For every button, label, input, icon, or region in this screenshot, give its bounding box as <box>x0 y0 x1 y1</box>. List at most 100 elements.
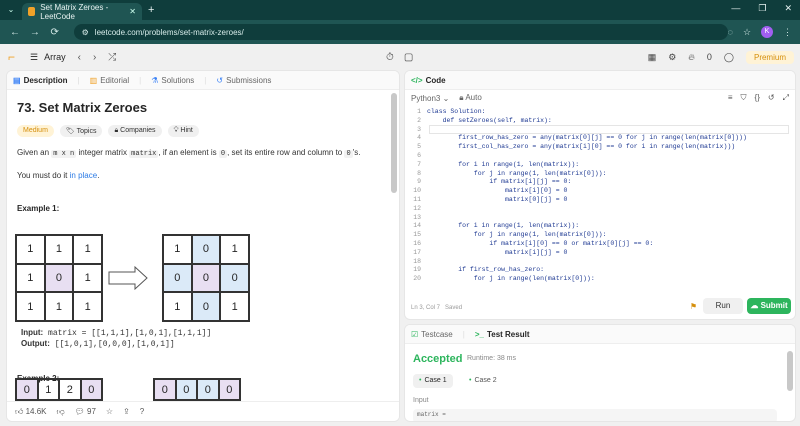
current-line-highlight <box>429 125 789 134</box>
difficulty-badge: Medium <box>17 125 54 137</box>
line-number: 3 <box>417 125 421 133</box>
forward-icon[interactable]: → <box>28 27 42 38</box>
bookmark-icon[interactable]: ⛉ <box>741 93 747 103</box>
maximize-icon[interactable]: ❐ <box>758 3 766 14</box>
tab-search-icon[interactable]: ⌄ <box>5 4 17 16</box>
notes-toggle-icon[interactable]: ⚑ <box>690 302 697 311</box>
code-text: matrix[i][0] = 0 <box>427 187 568 195</box>
matrix-cell: 0 <box>16 379 38 400</box>
favorite-star-icon[interactable]: ☆ <box>106 407 113 416</box>
matrix-cell: 0 <box>220 263 249 293</box>
line-number: 11 <box>413 195 421 203</box>
submit-button[interactable]: ☁︎ Submit <box>747 298 791 314</box>
browser-right-icons: ◌ ☆ K ⋮ <box>728 26 792 38</box>
description-icon: ▤ <box>13 75 21 85</box>
back-icon[interactable]: ← <box>8 27 22 38</box>
eye-off-icon[interactable]: ◌ <box>728 27 733 37</box>
tab-editorial[interactable]: ▥ Editorial <box>90 76 129 85</box>
prev-problem-icon[interactable]: ‹ <box>78 52 81 63</box>
terminal-icon: >_ <box>474 329 484 339</box>
hint-tag[interactable]: 💡︎ Hint <box>167 125 199 137</box>
line-number: 6 <box>417 151 421 159</box>
browser-toolbar: ← → ⟳ ⚙ leetcode.com/problems/set-matrix… <box>0 20 800 44</box>
case-2-button[interactable]: • Case 2 <box>463 374 503 388</box>
address-bar[interactable]: ⚙ leetcode.com/problems/set-matrix-zeroe… <box>73 24 728 40</box>
run-button[interactable]: Run <box>703 298 743 314</box>
code-icon: </> <box>411 75 423 85</box>
fullscreen-icon[interactable]: ⤢ <box>783 93 789 103</box>
layout-grid-icon[interactable]: ▦ <box>648 52 657 63</box>
description-scrollbar[interactable] <box>391 93 397 193</box>
user-avatar-icon[interactable]: ◯ <box>724 52 734 63</box>
test-scrollbar[interactable] <box>787 351 793 391</box>
minimize-icon[interactable]: — <box>731 3 740 14</box>
browser-tab[interactable]: Set Matrix Zeroes - LeetCode ✕ <box>22 3 142 21</box>
code-tabbar: </> Code <box>405 71 795 90</box>
profile-avatar[interactable]: K <box>761 26 774 38</box>
bookmark-star-icon[interactable]: ☆ <box>743 27 751 38</box>
code-line: 18 <box>405 257 795 267</box>
settings-icon[interactable]: ⚙ <box>668 52 676 63</box>
close-tab-icon[interactable]: ✕ <box>129 7 136 16</box>
tab-test-result[interactable]: >_ Test Result <box>475 330 530 339</box>
code-text: for i in range(1, len(matrix)): <box>427 160 580 168</box>
site-info-icon[interactable]: ⚙ <box>82 28 89 37</box>
matrix-cell: 0 <box>191 292 221 321</box>
autocomplete-mode[interactable]: 🔒︎ Auto <box>459 93 482 103</box>
like-button[interactable]: 👍︎ 14.6K <box>15 407 47 417</box>
browser-menu-icon[interactable]: ⋮ <box>783 27 792 38</box>
line-number: 7 <box>417 160 421 168</box>
inplace-link[interactable]: in place <box>70 171 98 180</box>
leetcode-logo-icon[interactable]: ⌐ <box>8 50 20 64</box>
matrix-cell: 2 <box>59 379 81 400</box>
notes-icon[interactable]: ▢ <box>404 52 413 63</box>
help-icon[interactable]: ? <box>140 407 144 416</box>
code-text: if matrix[i][j] == 0: <box>427 178 572 186</box>
code-line: 17 matrix[i][j] = 0 <box>405 248 795 258</box>
code-line: 6 <box>405 151 795 161</box>
matrix-cell: 0 <box>191 263 221 293</box>
matrix-cell: 1 <box>220 235 249 264</box>
line-number: 16 <box>413 239 421 247</box>
format-icon[interactable]: ≡ <box>728 93 733 103</box>
matrix-cell: 1 <box>16 292 45 321</box>
line-number: 18 <box>413 257 421 265</box>
example1-output-matrix: 101000101 <box>162 234 250 322</box>
input-section-label: Input <box>413 397 429 404</box>
matrix-cell: 0 <box>154 379 176 400</box>
code-line: 7 for i in range(1, len(matrix)): <box>405 160 795 170</box>
next-problem-icon[interactable]: › <box>93 52 96 63</box>
timer-icon[interactable]: ⏱ <box>386 52 394 63</box>
editor-tools: ≡ ⛉ {} ↺ ⤢ <box>728 93 789 103</box>
dislike-icon[interactable]: 👎︎ <box>57 407 65 417</box>
tab-description[interactable]: ▤ Description <box>13 76 68 85</box>
code-text: for j in range(1, len(matrix[0])): <box>427 231 607 239</box>
matrix-cell: 1 <box>73 263 102 293</box>
tab-solutions[interactable]: ⚗ Solutions <box>151 76 194 85</box>
companies-tag[interactable]: 🔒︎ Companies <box>108 125 162 137</box>
reset-icon[interactable]: ↺ <box>768 93 775 103</box>
comments-button[interactable]: 💬︎ 97 <box>75 407 96 416</box>
share-icon[interactable]: ⇪ <box>123 407 130 416</box>
topics-tag[interactable]: 🏷︎ Topics <box>59 125 103 137</box>
description-tabs: ▤ Description | ▥ Editorial | ⚗ Solutions |… <box>7 71 399 90</box>
language-select[interactable]: Python3 ⌄ <box>411 94 449 103</box>
premium-button[interactable]: Premium <box>745 50 794 64</box>
shuffle-icon[interactable]: ⤮ <box>108 52 116 63</box>
new-tab-button[interactable]: + <box>148 4 154 16</box>
code-text: matrix[i][j] = 0 <box>427 248 568 256</box>
leetcode-favicon-icon <box>28 7 36 16</box>
problem-list-button[interactable]: ☰ Array <box>30 52 66 63</box>
checkbox-icon: ☑ <box>411 329 419 339</box>
code-editor[interactable]: 1 class Solution: 2 def setZeroes(self, ma… <box>405 108 795 300</box>
tab-testcase[interactable]: ☑ Testcase <box>411 330 453 339</box>
code-line: 12 <box>405 205 795 214</box>
tab-code[interactable]: </> Code <box>411 76 446 85</box>
code-line: 10 matrix[i][0] = 0 <box>405 187 795 196</box>
braces-icon[interactable]: {} <box>755 93 760 103</box>
close-window-icon[interactable]: ✕ <box>784 3 792 14</box>
tab-submissions[interactable]: ↺ Submissions <box>216 76 271 85</box>
case-1-button[interactable]: • Case 1 <box>413 374 453 388</box>
reload-icon[interactable]: ⟳ <box>48 27 62 38</box>
example1-io: Input: matrix = [[1,1,1],[1,0,1],[1,1,1]… <box>21 328 211 350</box>
